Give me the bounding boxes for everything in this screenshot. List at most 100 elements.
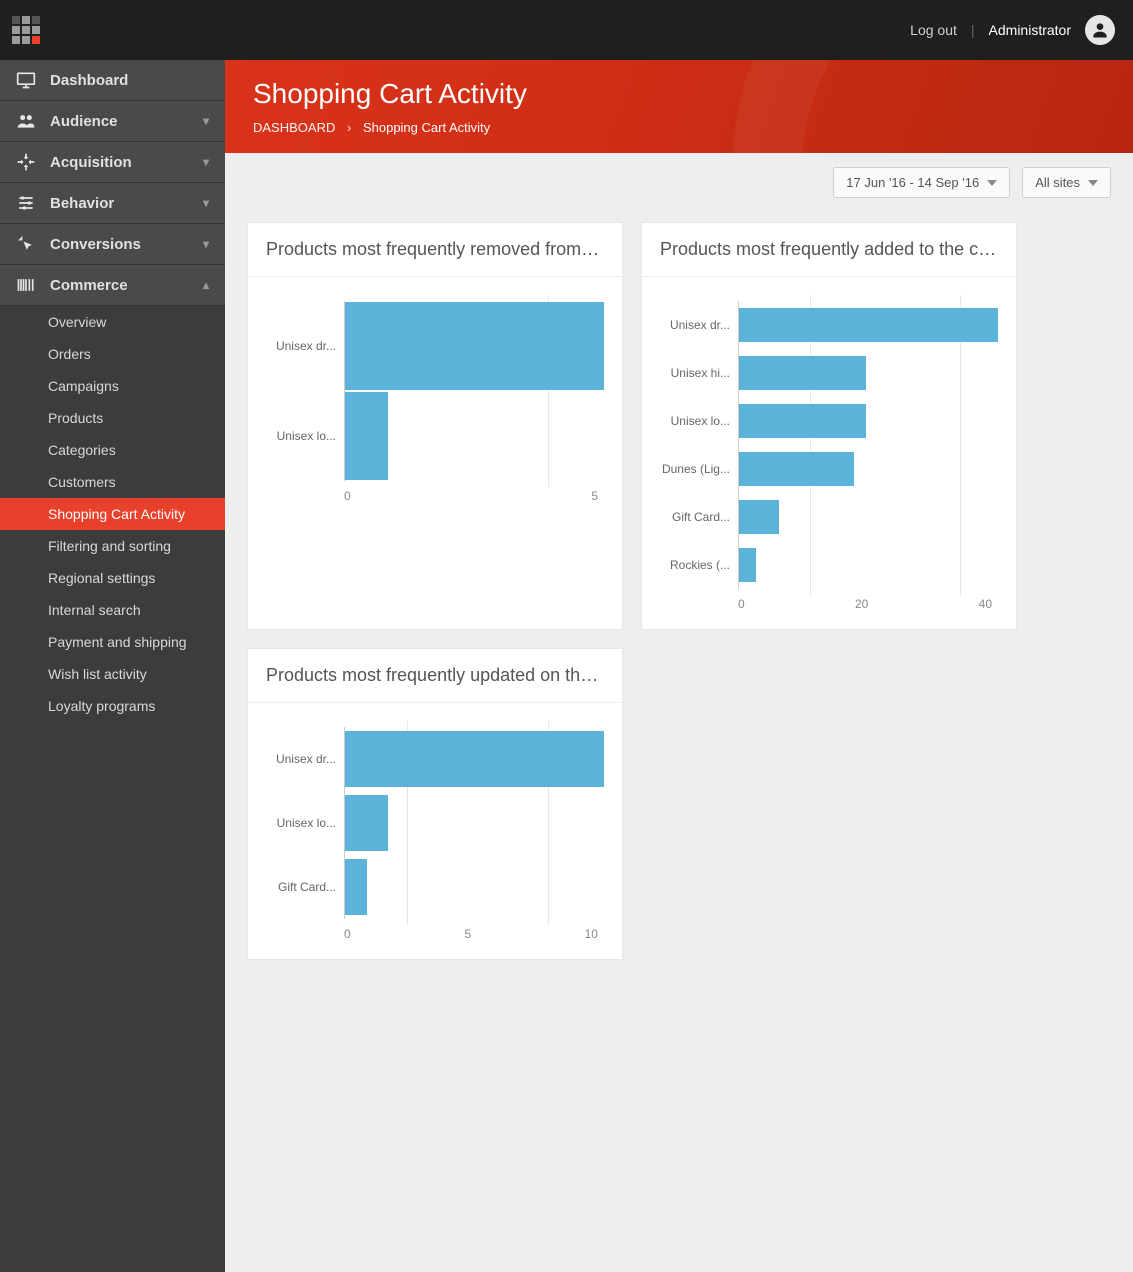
chart-bar-fill (739, 356, 866, 390)
chart-updated: Unisex dr...Unisex lo...Gift Card... 051… (248, 703, 622, 959)
chart-axis-tick: 0 (344, 489, 351, 503)
chart-bar-track (738, 301, 998, 349)
chart-bar-row: Dunes (Lig... (660, 445, 998, 493)
sidebar-item-label: Audience (50, 113, 189, 130)
chart-axis-tick: 0 (738, 597, 745, 611)
chart-bar-fill (345, 302, 604, 390)
monitor-icon (16, 70, 36, 90)
chart-axis-tick: 5 (591, 489, 598, 503)
sidebar-item-audience[interactable]: Audience ▾ (0, 101, 225, 142)
breadcrumb: DASHBOARD › Shopping Cart Activity (253, 120, 1105, 135)
chevron-down-icon: ▾ (203, 155, 209, 169)
chart-bar-fill (345, 859, 367, 915)
chart-added: Unisex dr... Unisex hi... Unisex lo... Dune… (642, 277, 1016, 629)
topbar-divider: | (971, 22, 975, 38)
subnav-item-filtering-sorting[interactable]: Filtering and sorting (0, 530, 225, 562)
chart-bar-label: Unisex lo... (266, 429, 344, 443)
logout-link[interactable]: Log out (910, 22, 957, 38)
chart-bar-fill (345, 392, 388, 480)
inward-arrows-icon (16, 152, 36, 172)
panel-products-updated: Products most frequently updated on the … (247, 648, 623, 960)
chart-bar-fill (739, 308, 998, 342)
sidebar-item-commerce[interactable]: Commerce ▴ (0, 265, 225, 306)
subnav-item-loyalty-programs[interactable]: Loyalty programs (0, 690, 225, 722)
sidebar-item-label: Conversions (50, 236, 189, 253)
chart-bar-fill (739, 548, 756, 582)
chart-bar-track (344, 391, 604, 481)
subnav-item-internal-search[interactable]: Internal search (0, 594, 225, 626)
chevron-down-icon: ▾ (203, 196, 209, 210)
app-logo-icon (12, 16, 40, 44)
chart-bar-track (738, 349, 998, 397)
chart-bar-label: Unisex hi... (660, 366, 738, 380)
current-user-label[interactable]: Administrator (989, 22, 1071, 38)
chart-bar-track (738, 493, 998, 541)
subnav-item-shopping-cart-activity[interactable]: Shopping Cart Activity (0, 498, 225, 530)
subnav-item-regional-settings[interactable]: Regional settings (0, 562, 225, 594)
site-selector-label: All sites (1035, 175, 1080, 190)
chart-bar-row: Gift Card... (266, 855, 604, 919)
chart-bar-track (344, 301, 604, 391)
topbar: Log out | Administrator (0, 0, 1133, 60)
chevron-down-icon: ▾ (203, 114, 209, 128)
site-selector-button[interactable]: All sites (1022, 167, 1111, 198)
chart-removed: Unisex dr... Unisex lo... 0 5 (248, 277, 622, 521)
sidebar: Dashboard Audience ▾ Acquisition ▾ Behav… (0, 60, 225, 1272)
chart-axis-tick: 40 (979, 597, 992, 611)
sidebar-item-acquisition[interactable]: Acquisition ▾ (0, 142, 225, 183)
sidebar-item-label: Commerce (50, 277, 189, 294)
chart-bar-fill (739, 404, 866, 438)
chart-bar-label: Dunes (Lig... (660, 462, 738, 476)
dropdown-icon (1088, 180, 1098, 186)
sidebar-item-conversions[interactable]: Conversions ▾ (0, 224, 225, 265)
subnav-item-products[interactable]: Products (0, 402, 225, 434)
sidebar-item-behavior[interactable]: Behavior ▾ (0, 183, 225, 224)
sidebar-item-dashboard[interactable]: Dashboard (0, 60, 225, 101)
sidebar-item-label: Acquisition (50, 154, 189, 171)
subnav-item-categories[interactable]: Categories (0, 434, 225, 466)
dropdown-icon (987, 180, 997, 186)
page-hero: Shopping Cart Activity DASHBOARD › Shopp… (225, 60, 1133, 153)
chart-axis-tick: 20 (855, 597, 868, 611)
chart-bar-fill (739, 452, 854, 486)
subnav-item-overview[interactable]: Overview (0, 306, 225, 338)
avatar-icon[interactable] (1085, 15, 1115, 45)
sidebar-item-label: Dashboard (50, 72, 209, 89)
chart-bar-row: Gift Card... (660, 493, 998, 541)
chart-bar-label: Unisex dr... (266, 339, 344, 353)
subnav-item-wish-list-activity[interactable]: Wish list activity (0, 658, 225, 690)
chart-bar-row: Unisex dr... (266, 301, 604, 391)
breadcrumb-root-link[interactable]: DASHBOARD (253, 120, 335, 135)
subnav-item-campaigns[interactable]: Campaigns (0, 370, 225, 402)
panel-products-removed: Products most frequently removed from th… (247, 222, 623, 630)
toolbar: 17 Jun '16 - 14 Sep '16 All sites (225, 153, 1133, 212)
chart-bar-label: Gift Card... (266, 880, 344, 894)
chart-bar-track (344, 855, 604, 919)
chart-bar-row: Unisex hi... (660, 349, 998, 397)
chart-bar-row: Unisex dr... (266, 727, 604, 791)
subnav-item-orders[interactable]: Orders (0, 338, 225, 370)
chevron-down-icon: ▾ (203, 237, 209, 251)
panels-container: Products most frequently removed from th… (225, 212, 1133, 990)
subnav-item-payment-shipping[interactable]: Payment and shipping (0, 626, 225, 658)
chart-bar-row: Unisex lo... (266, 791, 604, 855)
chevron-up-icon: ▴ (203, 278, 209, 292)
chart-bar-row: Unisex lo... (660, 397, 998, 445)
chart-bar-fill (345, 731, 604, 787)
main-content: Shopping Cart Activity DASHBOARD › Shopp… (225, 60, 1133, 1272)
sliders-icon (16, 193, 36, 213)
barcode-icon (16, 275, 36, 295)
chart-bar-row: Rockies (... (660, 541, 998, 589)
chart-bar-track (344, 791, 604, 855)
chart-axis-tick: 5 (464, 927, 471, 941)
chart-bar-label: Unisex dr... (266, 752, 344, 766)
subnav-item-customers[interactable]: Customers (0, 466, 225, 498)
users-icon (16, 111, 36, 131)
chart-axis-tick: 0 (344, 927, 351, 941)
chart-bar-track (738, 445, 998, 493)
chart-bar-row: Unisex dr... (660, 301, 998, 349)
chart-bar-label: Gift Card... (660, 510, 738, 524)
date-range-button[interactable]: 17 Jun '16 - 14 Sep '16 (833, 167, 1010, 198)
panel-title: Products most frequently added to the ca… (642, 223, 1016, 277)
chart-bar-fill (345, 795, 388, 851)
